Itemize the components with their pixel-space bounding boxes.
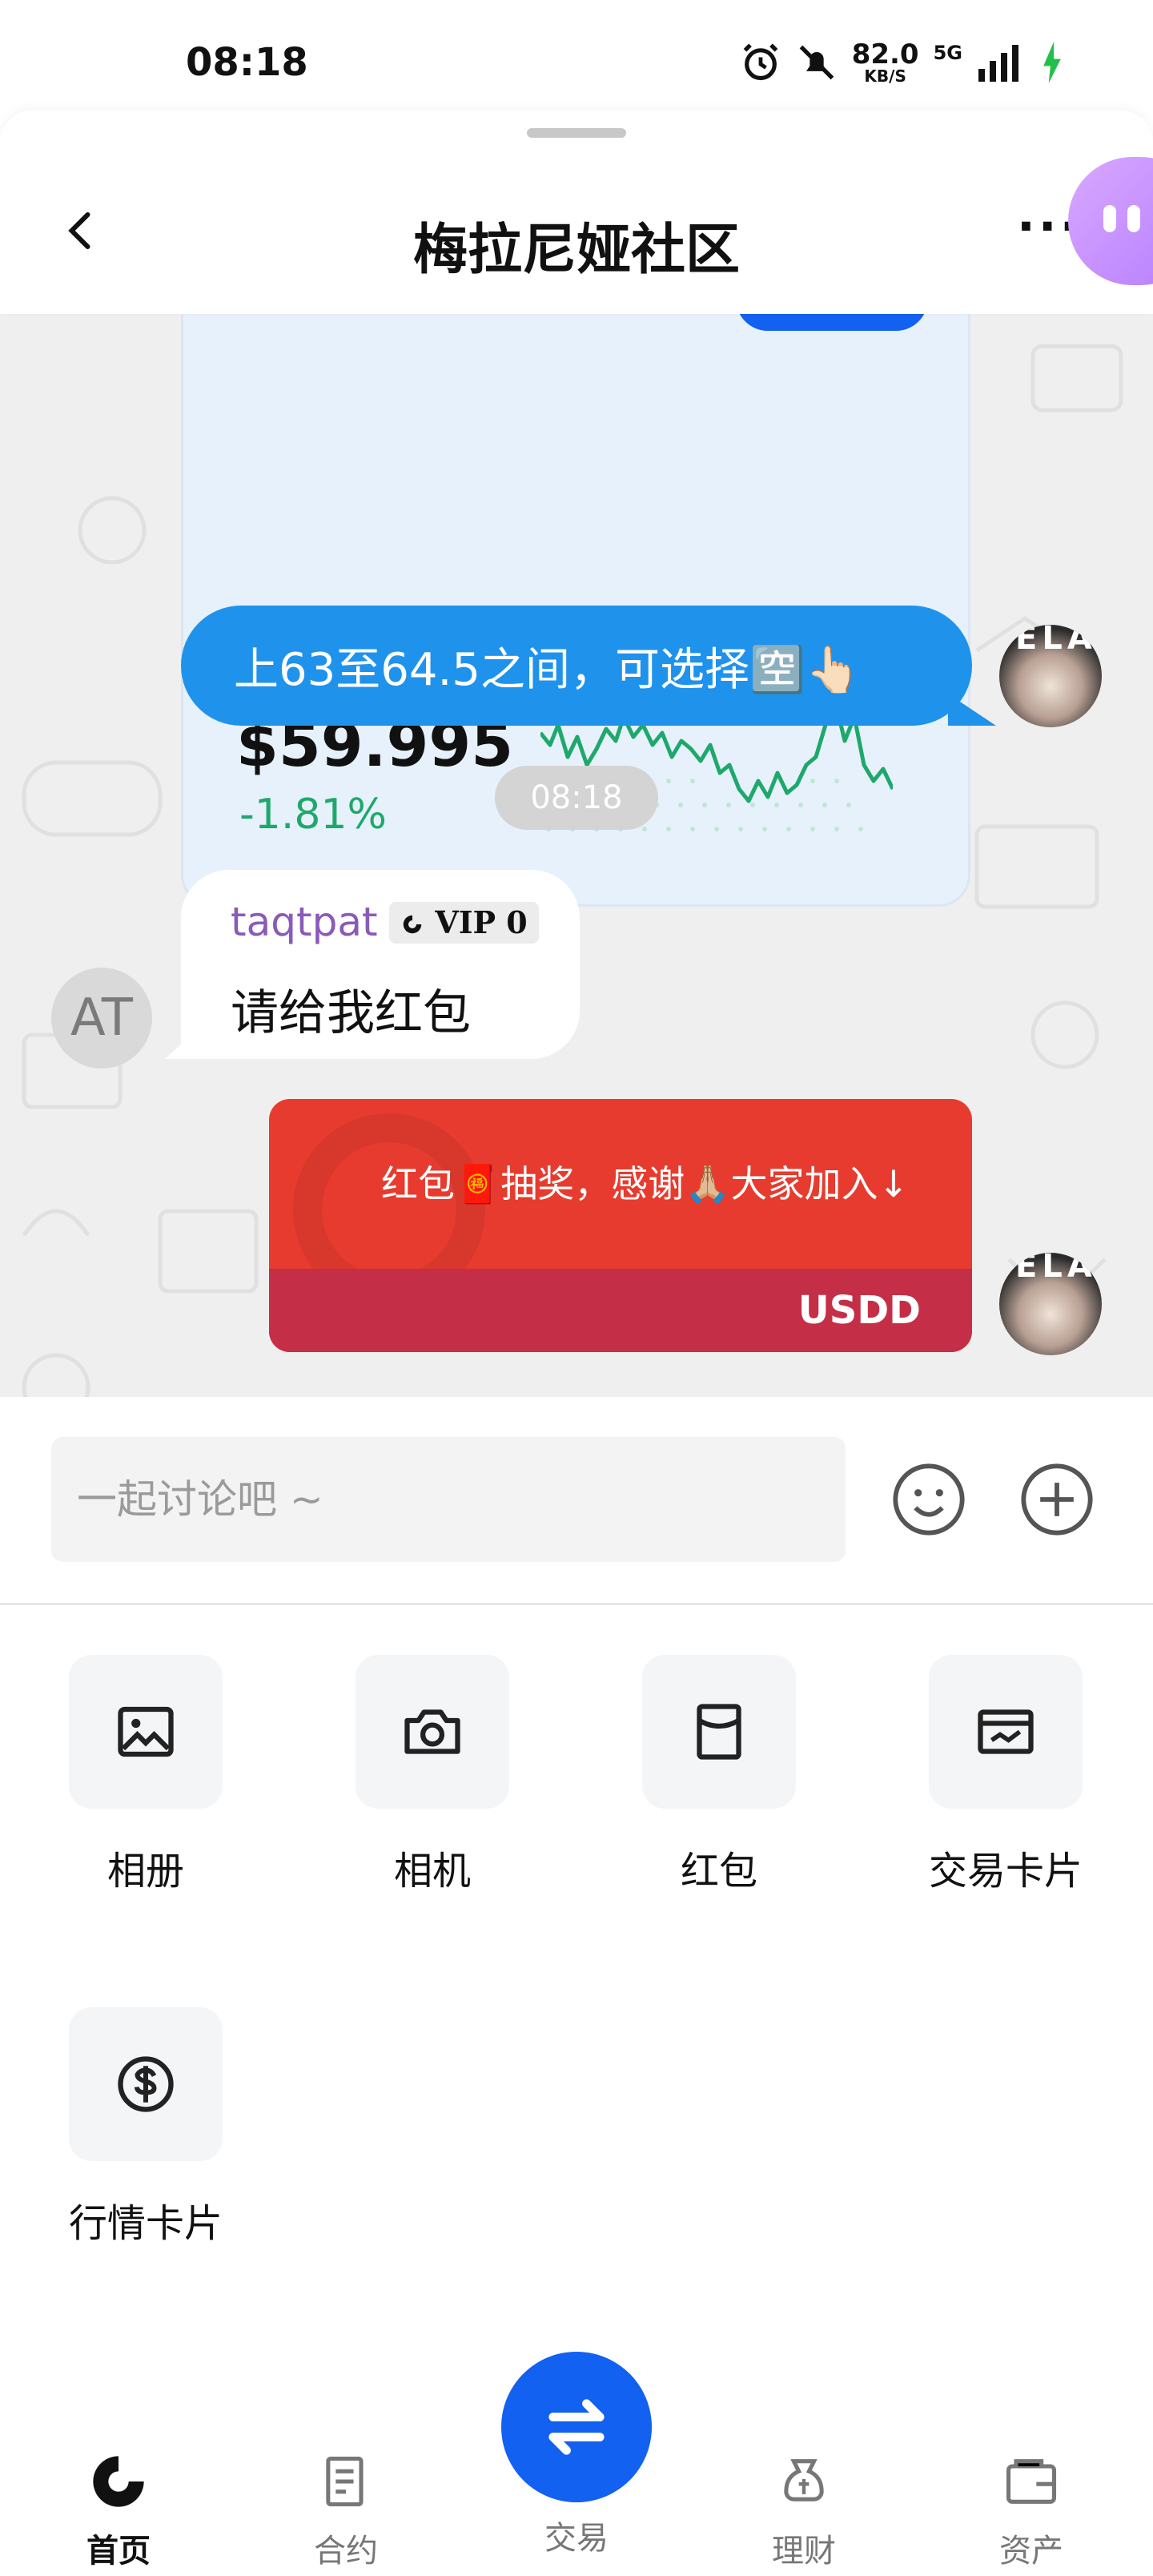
tab-home[interactable]: 首页 [38,2451,199,2571]
charging-icon [1043,42,1061,83]
action-label: 相机 [393,1849,471,1894]
finance-icon [784,2459,824,2502]
action-label: 红包 [680,1849,757,1894]
status-time: 08:18 [186,40,308,85]
received-message-bubble[interactable]: taqtpat VIP 0 请给我红包 [165,870,580,1059]
avatar[interactable]: ELAI [999,625,1102,727]
action-trade-card[interactable]: 交易卡片 [910,1655,1102,1895]
tab-label: 合约 [314,2533,378,2570]
red-packet-currency: USDD [797,1288,921,1333]
action-tile[interactable] [356,1655,509,1809]
market-card-button[interactable] [736,314,928,331]
red-packet-title: 红包🧧抽奖，感谢🙏🏼大家加入↓ [381,1162,910,1205]
network-type: 5G [933,42,962,64]
bot-eye [1103,205,1116,232]
composer-bar [0,1397,1153,1605]
chat-header: 梅拉尼娅社区 ··· [0,111,1153,314]
action-label: 相册 [106,1849,184,1894]
tab-finance[interactable]: 理财 [724,2451,884,2571]
tab-assets[interactable]: 资产 [951,2451,1111,2571]
bot-eye [1127,205,1140,232]
wallet-icon [1006,2459,1057,2504]
signal-icon [978,45,1018,82]
action-tile[interactable] [69,2007,223,2161]
message-input[interactable] [51,1437,846,1562]
action-market-card[interactable]: 行情卡片 [50,2007,242,2248]
dollar-icon [118,2056,174,2112]
action-tile[interactable] [69,1655,223,1809]
camera-icon [404,1709,460,1754]
action-label: 交易卡片 [928,1849,1083,1894]
chat-area[interactable]: $59.995 -1.81% 上63至64.5之间，可选择🈳👆🏻 ELAI 08… [0,314,1153,1397]
sheet-grabber[interactable] [527,128,626,138]
red-packet-icon [697,1704,741,1760]
tab-contract[interactable]: 合约 [266,2451,426,2571]
page-title: 梅拉尼娅社区 [412,219,740,282]
alarm-icon [743,43,778,81]
action-red-packet[interactable]: 红包 [623,1655,815,1895]
bottom-navigation: 首页 合约 交易 理财 资产 [0,2323,1153,2576]
contract-icon [326,2456,364,2507]
home-logo-icon [93,2456,144,2507]
red-packet-message[interactable]: 红包🧧抽奖，感谢🙏🏼大家加入↓ USDD [269,1099,972,1352]
avatar[interactable]: ELAI [999,1253,1102,1355]
vip-badge: VIP 0 [389,902,539,944]
vip-logo-icon [403,915,422,934]
red-packet-footer: USDD [269,1269,972,1352]
received-message-text: 请给我红包 [231,985,471,1041]
user-avatar[interactable]: AT [51,968,152,1069]
photo-icon [118,1706,174,1757]
app-screen: 08:18 82.0 KB/S 5G $59.995 -1.81% 上63至64… [0,0,1153,2576]
sent-message-bubble[interactable]: 上63至64.5之间，可选择🈳👆🏻 [181,606,996,726]
market-change: -1.81% [239,791,387,839]
sent-message-text: 上63至64.5之间，可选择🈳👆🏻 [234,643,862,696]
tab-label: 交易 [544,2520,609,2557]
action-album[interactable]: 相册 [50,1655,242,1895]
trade-card-icon [978,1709,1034,1754]
message-timestamp: 08:18 [495,766,658,830]
action-tile[interactable] [929,1655,1083,1809]
tab-label: 资产 [999,2533,1063,2570]
status-bar: 08:18 82.0 KB/S 5G [0,0,1153,112]
action-label: 行情卡片 [68,2201,223,2246]
sender-name[interactable]: taqtpat [231,899,378,945]
swap-icon [548,2399,605,2455]
net-speed: 82.0 KB/S [851,38,919,86]
action-tile[interactable] [642,1655,796,1809]
tab-trade-button[interactable] [501,2352,652,2502]
action-camera[interactable]: 相机 [336,1655,528,1895]
emoji-icon[interactable] [889,1459,969,1540]
status-icons: 82.0 KB/S 5G [740,38,1065,87]
plus-icon[interactable] [1017,1459,1097,1540]
tab-label: 首页 [86,2533,151,2570]
muted-bell-icon [799,45,834,80]
tab-label: 理财 [772,2533,836,2570]
